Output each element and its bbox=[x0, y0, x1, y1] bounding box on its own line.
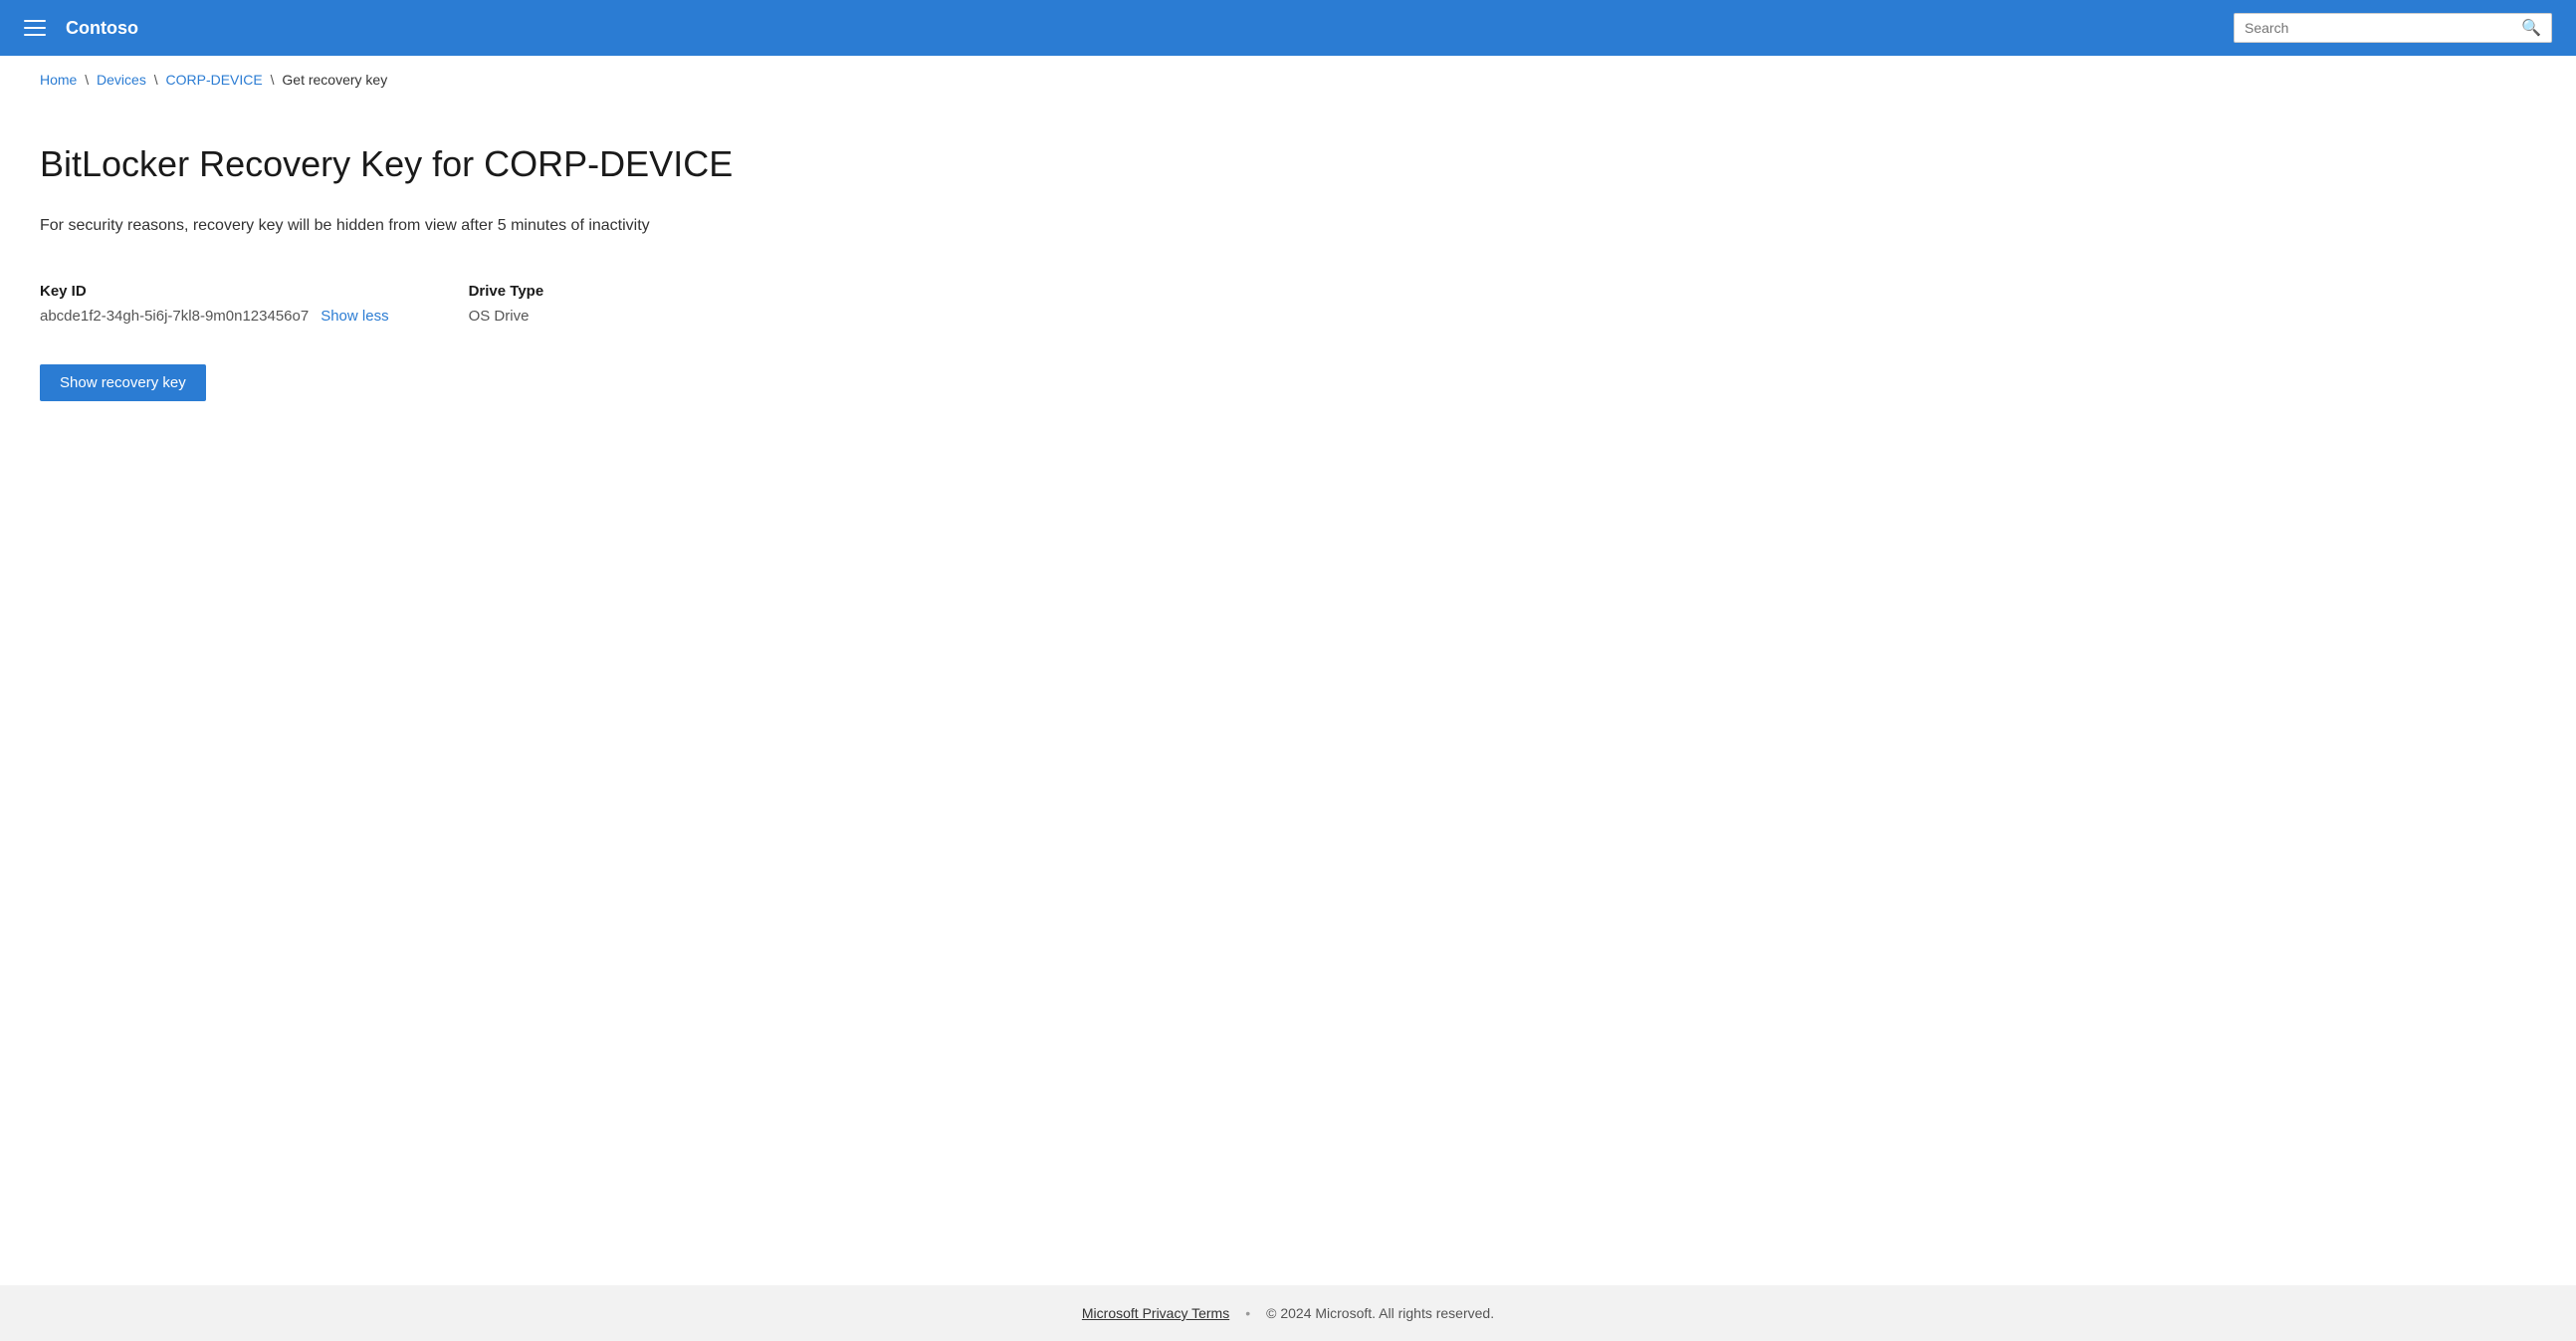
security-notice: For security reasons, recovery key will … bbox=[40, 217, 2536, 235]
show-less-link[interactable]: Show less bbox=[321, 308, 388, 325]
breadcrumb-home[interactable]: Home bbox=[40, 72, 77, 88]
breadcrumb-devices[interactable]: Devices bbox=[97, 72, 146, 88]
key-id-label: Key ID bbox=[40, 283, 389, 300]
header: Contoso 🔍 bbox=[0, 0, 2576, 56]
key-id-text: abcde1f2-34gh-5i6j-7kl8-9m0n123456o7 bbox=[40, 308, 309, 325]
drive-type-text: OS Drive bbox=[469, 308, 530, 325]
copyright-text: © 2024 Microsoft. All rights reserved. bbox=[1266, 1305, 1494, 1321]
breadcrumb-separator-3: \ bbox=[271, 72, 275, 88]
breadcrumb-separator-2: \ bbox=[154, 72, 158, 88]
drive-type-section: Drive Type OS Drive bbox=[469, 283, 544, 325]
search-container: 🔍 bbox=[2234, 13, 2552, 43]
show-recovery-key-button[interactable]: Show recovery key bbox=[40, 364, 206, 401]
search-icon[interactable]: 🔍 bbox=[2521, 18, 2541, 38]
breadcrumb: Home \ Devices \ CORP-DEVICE \ Get recov… bbox=[0, 56, 2576, 104]
app-title: Contoso bbox=[66, 18, 2234, 39]
privacy-link[interactable]: Microsoft Privacy Terms bbox=[1082, 1305, 1229, 1321]
footer: Microsoft Privacy Terms • © 2024 Microso… bbox=[0, 1285, 2576, 1341]
breadcrumb-device[interactable]: CORP-DEVICE bbox=[166, 72, 263, 88]
drive-type-value: OS Drive bbox=[469, 308, 544, 325]
page-title: BitLocker Recovery Key for CORP-DEVICE bbox=[40, 143, 2536, 185]
breadcrumb-separator-1: \ bbox=[85, 72, 89, 88]
drive-type-label: Drive Type bbox=[469, 283, 544, 300]
main-content: BitLocker Recovery Key for CORP-DEVICE F… bbox=[0, 104, 2576, 1285]
footer-separator: • bbox=[1245, 1305, 1250, 1321]
search-input[interactable] bbox=[2245, 20, 2521, 36]
key-id-section: Key ID abcde1f2-34gh-5i6j-7kl8-9m0n12345… bbox=[40, 283, 389, 325]
breadcrumb-current: Get recovery key bbox=[282, 72, 387, 88]
key-id-value: abcde1f2-34gh-5i6j-7kl8-9m0n123456o7 Sho… bbox=[40, 308, 389, 325]
hamburger-menu[interactable] bbox=[24, 20, 46, 36]
info-grid: Key ID abcde1f2-34gh-5i6j-7kl8-9m0n12345… bbox=[40, 283, 2536, 325]
